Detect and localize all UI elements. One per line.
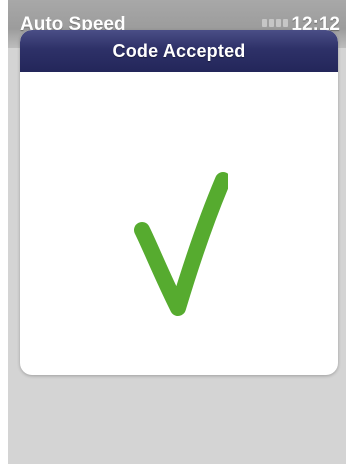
signal-bars-icon [262, 19, 288, 27]
code-accepted-dialog: Code Accepted [20, 30, 338, 375]
app-screen: Auto Speed 12:12 Code Accepted [0, 0, 346, 464]
dialog-header: Code Accepted [20, 30, 338, 72]
checkmark-icon [128, 168, 231, 318]
dialog-title: Code Accepted [112, 40, 246, 61]
